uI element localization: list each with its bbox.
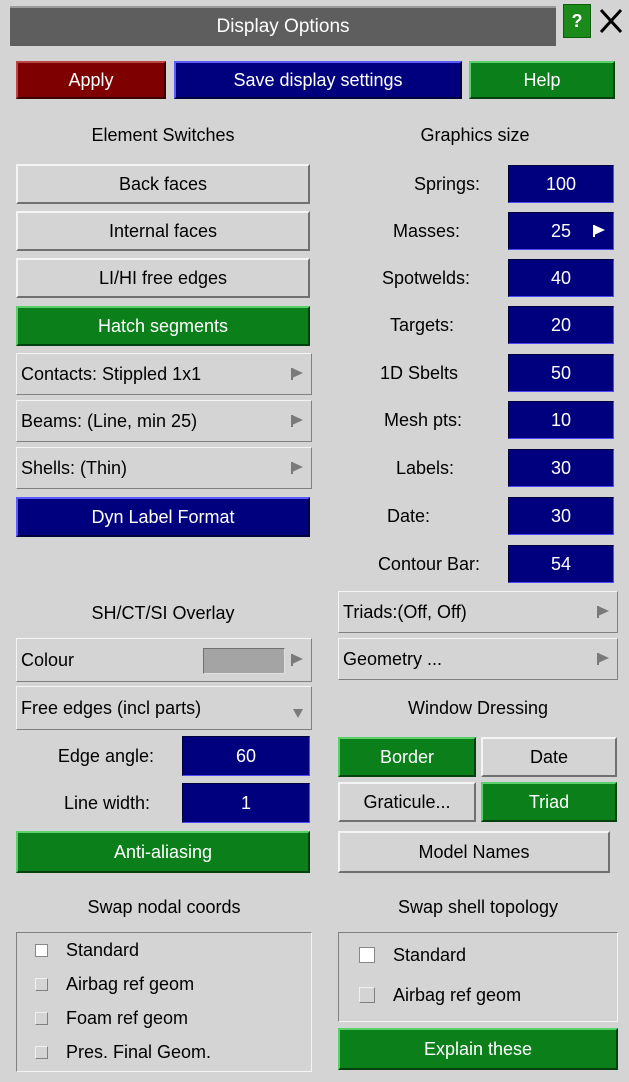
swap-shell-option-standard[interactable]: Standard	[359, 941, 466, 969]
contour-bar-label: Contour Bar:	[377, 553, 480, 574]
line-width-input[interactable]: 1	[182, 783, 310, 823]
dyn-label-format-button[interactable]: Dyn Label Format	[16, 497, 310, 537]
springs-size-input[interactable]: 100	[508, 165, 614, 203]
contour-bar-size-input[interactable]: 54	[508, 545, 614, 583]
flag-menu-icon	[291, 462, 303, 474]
swap-nodal-option-foam[interactable]: Foam ref geom	[35, 1005, 188, 1031]
flag-menu-icon	[597, 606, 609, 618]
geometry-popup-menu[interactable]: Geometry ...	[338, 638, 618, 680]
sbelts-size-input[interactable]: 50	[508, 354, 614, 392]
free-edges-dropdown-value: Free edges (incl parts)	[21, 697, 202, 718]
masses-size-value: 25	[550, 220, 572, 241]
targets-size-input[interactable]: 20	[508, 306, 614, 344]
checkbox-unchecked-icon[interactable]	[35, 1045, 48, 1059]
shells-popup-label: Shells: (Thin)	[21, 457, 128, 478]
free-edges-dropdown[interactable]: Free edges (incl parts)	[16, 686, 312, 730]
swap-nodal-option-label: Pres. Final Geom.	[66, 1041, 212, 1062]
window-dressing-heading: Window Dressing	[407, 697, 549, 718]
element-switches-heading: Element Switches	[91, 124, 235, 145]
shells-popup-menu[interactable]: Shells: (Thin)	[16, 447, 312, 489]
triangle-down-icon	[293, 709, 303, 718]
overlay-heading: SH/CT/SI Overlay	[91, 602, 235, 623]
swap-nodal-group: Standard Airbag ref geom Foam ref geom P…	[16, 932, 312, 1072]
mesh-pts-label: Mesh pts:	[383, 409, 462, 430]
colour-label: Colour	[21, 649, 75, 670]
model-names-button[interactable]: Model Names	[338, 831, 610, 873]
flag-menu-icon	[597, 653, 609, 665]
window-title: Display Options	[10, 6, 556, 46]
graphics-size-heading: Graphics size	[420, 124, 530, 145]
anti-aliasing-button[interactable]: Anti-aliasing	[16, 831, 310, 873]
apply-button[interactable]: Apply	[16, 61, 166, 99]
back-faces-button[interactable]: Back faces	[16, 164, 310, 204]
swap-nodal-option-pres-final[interactable]: Pres. Final Geom.	[35, 1039, 211, 1065]
flag-menu-icon	[291, 368, 303, 380]
date-label: Date:	[386, 505, 430, 526]
swap-shell-heading: Swap shell topology	[397, 896, 559, 917]
triads-popup-label: Triads:(Off, Off)	[343, 601, 467, 622]
masses-size-input[interactable]: 25	[508, 212, 614, 250]
colour-popup-menu[interactable]: Colour	[16, 638, 312, 682]
swap-shell-option-label: Standard	[393, 944, 467, 965]
border-toggle[interactable]: Border	[338, 737, 476, 777]
edge-angle-input[interactable]: 60	[182, 736, 310, 776]
swap-nodal-option-label: Standard	[66, 939, 140, 960]
flag-menu-icon	[291, 654, 303, 666]
date-size-input[interactable]: 30	[508, 497, 614, 535]
save-display-settings-button[interactable]: Save display settings	[174, 61, 462, 99]
flag-menu-icon	[593, 225, 605, 237]
swap-nodal-option-airbag[interactable]: Airbag ref geom	[35, 971, 194, 997]
checkbox-checked-icon[interactable]	[359, 947, 375, 963]
swap-nodal-option-label: Airbag ref geom	[66, 973, 195, 994]
colour-swatch	[203, 648, 285, 674]
springs-label: Springs:	[413, 173, 480, 194]
labels-label: Labels:	[395, 457, 454, 478]
swap-nodal-heading: Swap nodal coords	[87, 896, 241, 917]
date-toggle[interactable]: Date	[481, 737, 617, 777]
explain-these-button[interactable]: Explain these	[338, 1028, 618, 1070]
mesh-pts-size-input[interactable]: 10	[508, 401, 614, 439]
checkbox-unchecked-icon[interactable]	[35, 1011, 48, 1025]
labels-size-input[interactable]: 30	[508, 449, 614, 487]
free-edges-button[interactable]: LI/HI free edges	[16, 258, 310, 298]
masses-label: Masses:	[392, 220, 460, 241]
contacts-popup-label: Contacts: Stippled 1x1	[21, 363, 202, 384]
checkbox-unchecked-icon[interactable]	[359, 987, 375, 1003]
spotwelds-label: Spotwelds:	[381, 267, 470, 288]
targets-label: Targets:	[389, 314, 454, 335]
swap-shell-option-label: Airbag ref geom	[393, 984, 522, 1005]
hatch-segments-button[interactable]: Hatch segments	[16, 306, 310, 346]
line-width-label: Line width:	[63, 792, 150, 813]
checkbox-unchecked-icon[interactable]	[35, 977, 48, 991]
checkbox-checked-icon[interactable]	[35, 943, 48, 957]
internal-faces-button[interactable]: Internal faces	[16, 211, 310, 251]
swap-shell-group: Standard Airbag ref geom	[338, 932, 618, 1022]
triad-toggle[interactable]: Triad	[481, 782, 617, 822]
help-button[interactable]: Help	[469, 61, 615, 99]
sbelts-label: 1D Sbelts	[379, 362, 458, 383]
graticule-button[interactable]: Graticule...	[338, 782, 476, 822]
swap-shell-option-airbag[interactable]: Airbag ref geom	[359, 981, 521, 1009]
contacts-popup-menu[interactable]: Contacts: Stippled 1x1	[16, 353, 312, 395]
triads-popup-menu[interactable]: Triads:(Off, Off)	[338, 591, 618, 633]
help-question-button[interactable]: ?	[563, 4, 591, 38]
edge-angle-label: Edge angle:	[57, 745, 154, 766]
beams-popup-menu[interactable]: Beams: (Line, min 25)	[16, 400, 312, 442]
beams-popup-label: Beams: (Line, min 25)	[21, 410, 198, 431]
swap-nodal-option-standard[interactable]: Standard	[35, 937, 139, 963]
spotwelds-size-input[interactable]: 40	[508, 259, 614, 297]
flag-menu-icon	[291, 415, 303, 427]
geometry-popup-label: Geometry ...	[343, 648, 443, 669]
close-icon[interactable]	[595, 2, 627, 40]
swap-nodal-option-label: Foam ref geom	[66, 1007, 189, 1028]
